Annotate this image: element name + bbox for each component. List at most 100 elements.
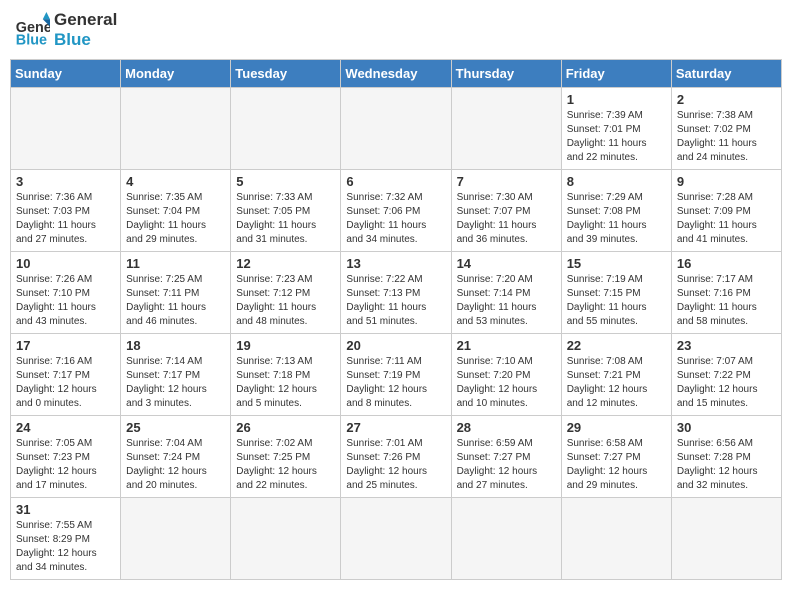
- calendar-cell: 24 Sunrise: 7:05 AM Sunset: 7:23 PM Dayli…: [11, 415, 121, 497]
- day-number: 26: [236, 420, 335, 435]
- weekday-header-saturday: Saturday: [671, 59, 781, 87]
- day-info: Sunrise: 7:10 AM Sunset: 7:20 PM Dayligh…: [457, 355, 556, 411]
- day-number: 7: [457, 174, 556, 189]
- day-number: 3: [16, 174, 115, 189]
- calendar-cell: [231, 497, 341, 579]
- day-number: 22: [567, 338, 666, 353]
- calendar-cell: 4Sunrise: 7:35 AM Sunset: 7:04 PM Daylig…: [121, 169, 231, 251]
- week-row-2: 3Sunrise: 7:36 AM Sunset: 7:03 PM Daylig…: [11, 169, 782, 251]
- weekday-header-tuesday: Tuesday: [231, 59, 341, 87]
- day-info: Sunrise: 7:30 AM Sunset: 7:07 PM Dayligh…: [457, 191, 556, 247]
- calendar-cell: 6 Sunrise: 7:32 AM Sunset: 7:06 PM Daylig…: [341, 169, 451, 251]
- day-info: Sunrise: 7:35 AM Sunset: 7:04 PM Dayligh…: [126, 191, 225, 247]
- calendar-cell: 18 Sunrise: 7:14 AM Sunset: 7:17 PM Dayli…: [121, 333, 231, 415]
- day-number: 8: [567, 174, 666, 189]
- day-info: Sunrise: 7:26 AM Sunset: 7:10 PM Dayligh…: [16, 273, 115, 329]
- calendar-cell: [121, 87, 231, 169]
- day-info: Sunrise: 7:17 AM Sunset: 7:16 PM Dayligh…: [677, 273, 776, 329]
- calendar-cell: [231, 87, 341, 169]
- day-info: Sunrise: 7:13 AM Sunset: 7:18 PM Dayligh…: [236, 355, 335, 411]
- calendar-cell: 20 Sunrise: 7:11 AM Sunset: 7:19 PM Dayli…: [341, 333, 451, 415]
- day-number: 28: [457, 420, 556, 435]
- day-number: 6: [346, 174, 445, 189]
- day-number: 12: [236, 256, 335, 271]
- week-row-3: 10 Sunrise: 7:26 AM Sunset: 7:10 PM Dayli…: [11, 251, 782, 333]
- day-info: Sunrise: 7:14 AM Sunset: 7:17 PM Dayligh…: [126, 355, 225, 411]
- calendar-cell: [451, 497, 561, 579]
- logo-blue-text: Blue: [54, 30, 117, 50]
- day-number: 2: [677, 92, 776, 107]
- weekday-header-sunday: Sunday: [11, 59, 121, 87]
- calendar-cell: 31Sunrise: 7:55 AM Sunset: 8:29 PM Dayli…: [11, 497, 121, 579]
- day-number: 9: [677, 174, 776, 189]
- day-number: 10: [16, 256, 115, 271]
- day-info: Sunrise: 7:05 AM Sunset: 7:23 PM Dayligh…: [16, 437, 115, 493]
- day-info: Sunrise: 7:39 AM Sunset: 7:01 PM Dayligh…: [567, 109, 666, 165]
- calendar-cell: 22Sunrise: 7:08 AM Sunset: 7:21 PM Dayli…: [561, 333, 671, 415]
- calendar-cell: 14Sunrise: 7:20 AM Sunset: 7:14 PM Dayli…: [451, 251, 561, 333]
- calendar-cell: 5 Sunrise: 7:33 AM Sunset: 7:05 PM Daylig…: [231, 169, 341, 251]
- logo-icon: General Blue: [14, 12, 50, 48]
- day-info: Sunrise: 7:32 AM Sunset: 7:06 PM Dayligh…: [346, 191, 445, 247]
- calendar: SundayMondayTuesdayWednesdayThursdayFrid…: [10, 59, 782, 580]
- header: General Blue General Blue: [10, 10, 782, 51]
- day-number: 29: [567, 420, 666, 435]
- calendar-cell: 11 Sunrise: 7:25 AM Sunset: 7:11 PM Dayli…: [121, 251, 231, 333]
- calendar-cell: [341, 497, 451, 579]
- calendar-cell: 13 Sunrise: 7:22 AM Sunset: 7:13 PM Dayli…: [341, 251, 451, 333]
- calendar-cell: 16 Sunrise: 7:17 AM Sunset: 7:16 PM Dayli…: [671, 251, 781, 333]
- day-info: Sunrise: 6:56 AM Sunset: 7:28 PM Dayligh…: [677, 437, 776, 493]
- calendar-cell: 9Sunrise: 7:28 AM Sunset: 7:09 PM Daylig…: [671, 169, 781, 251]
- day-number: 1: [567, 92, 666, 107]
- calendar-cell: 25 Sunrise: 7:04 AM Sunset: 7:24 PM Dayli…: [121, 415, 231, 497]
- day-info: Sunrise: 7:04 AM Sunset: 7:24 PM Dayligh…: [126, 437, 225, 493]
- day-info: Sunrise: 7:23 AM Sunset: 7:12 PM Dayligh…: [236, 273, 335, 329]
- calendar-cell: 7 Sunrise: 7:30 AM Sunset: 7:07 PM Daylig…: [451, 169, 561, 251]
- calendar-cell: 15Sunrise: 7:19 AM Sunset: 7:15 PM Dayli…: [561, 251, 671, 333]
- weekday-header-thursday: Thursday: [451, 59, 561, 87]
- calendar-cell: [561, 497, 671, 579]
- week-row-4: 17Sunrise: 7:16 AM Sunset: 7:17 PM Dayli…: [11, 333, 782, 415]
- day-info: Sunrise: 7:01 AM Sunset: 7:26 PM Dayligh…: [346, 437, 445, 493]
- day-info: Sunrise: 7:16 AM Sunset: 7:17 PM Dayligh…: [16, 355, 115, 411]
- calendar-cell: 29Sunrise: 6:58 AM Sunset: 7:27 PM Dayli…: [561, 415, 671, 497]
- day-info: Sunrise: 7:11 AM Sunset: 7:19 PM Dayligh…: [346, 355, 445, 411]
- day-number: 30: [677, 420, 776, 435]
- svg-text:Blue: Blue: [16, 33, 47, 49]
- day-info: Sunrise: 7:19 AM Sunset: 7:15 PM Dayligh…: [567, 273, 666, 329]
- calendar-cell: 23 Sunrise: 7:07 AM Sunset: 7:22 PM Dayli…: [671, 333, 781, 415]
- calendar-cell: 2Sunrise: 7:38 AM Sunset: 7:02 PM Daylig…: [671, 87, 781, 169]
- day-number: 13: [346, 256, 445, 271]
- day-info: Sunrise: 7:29 AM Sunset: 7:08 PM Dayligh…: [567, 191, 666, 247]
- day-number: 20: [346, 338, 445, 353]
- calendar-cell: 28Sunrise: 6:59 AM Sunset: 7:27 PM Dayli…: [451, 415, 561, 497]
- calendar-cell: 1 Sunrise: 7:39 AM Sunset: 7:01 PM Daylig…: [561, 87, 671, 169]
- day-info: Sunrise: 7:22 AM Sunset: 7:13 PM Dayligh…: [346, 273, 445, 329]
- calendar-cell: 26Sunrise: 7:02 AM Sunset: 7:25 PM Dayli…: [231, 415, 341, 497]
- calendar-cell: [11, 87, 121, 169]
- calendar-cell: 10 Sunrise: 7:26 AM Sunset: 7:10 PM Dayli…: [11, 251, 121, 333]
- calendar-cell: [121, 497, 231, 579]
- calendar-cell: 12 Sunrise: 7:23 AM Sunset: 7:12 PM Dayli…: [231, 251, 341, 333]
- day-number: 24: [16, 420, 115, 435]
- day-number: 23: [677, 338, 776, 353]
- day-info: Sunrise: 7:25 AM Sunset: 7:11 PM Dayligh…: [126, 273, 225, 329]
- day-info: Sunrise: 7:07 AM Sunset: 7:22 PM Dayligh…: [677, 355, 776, 411]
- day-info: Sunrise: 7:33 AM Sunset: 7:05 PM Dayligh…: [236, 191, 335, 247]
- calendar-cell: 27Sunrise: 7:01 AM Sunset: 7:26 PM Dayli…: [341, 415, 451, 497]
- day-info: Sunrise: 7:55 AM Sunset: 8:29 PM Dayligh…: [16, 519, 115, 575]
- day-number: 5: [236, 174, 335, 189]
- day-number: 25: [126, 420, 225, 435]
- day-number: 18: [126, 338, 225, 353]
- weekday-header-row: SundayMondayTuesdayWednesdayThursdayFrid…: [11, 59, 782, 87]
- day-number: 11: [126, 256, 225, 271]
- day-number: 21: [457, 338, 556, 353]
- weekday-header-friday: Friday: [561, 59, 671, 87]
- day-number: 16: [677, 256, 776, 271]
- calendar-cell: [451, 87, 561, 169]
- week-row-5: 24 Sunrise: 7:05 AM Sunset: 7:23 PM Dayli…: [11, 415, 782, 497]
- calendar-cell: 3Sunrise: 7:36 AM Sunset: 7:03 PM Daylig…: [11, 169, 121, 251]
- calendar-cell: 21 Sunrise: 7:10 AM Sunset: 7:20 PM Dayli…: [451, 333, 561, 415]
- weekday-header-wednesday: Wednesday: [341, 59, 451, 87]
- calendar-cell: 8 Sunrise: 7:29 AM Sunset: 7:08 PM Daylig…: [561, 169, 671, 251]
